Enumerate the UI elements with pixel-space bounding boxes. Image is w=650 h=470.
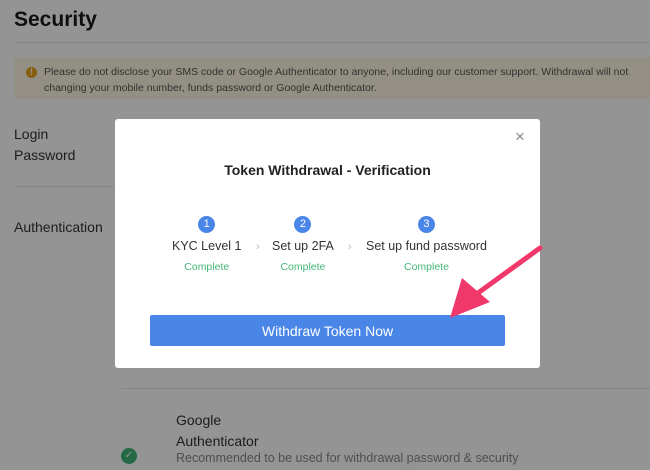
chevron-right-icon: › xyxy=(256,241,260,253)
step-status: Complete xyxy=(403,261,449,273)
step-label: Set up fund password xyxy=(366,239,487,253)
step-number-badge: 1 xyxy=(198,216,216,233)
step-fund-password: 3 Set up fund password Complete xyxy=(366,216,487,273)
chevron-right-icon: › xyxy=(348,241,352,253)
withdraw-token-button[interactable]: Withdraw Token Now xyxy=(150,315,505,346)
step-kyc: 1 KYC Level 1 Complete xyxy=(172,216,241,273)
modal-title: Token Withdrawal - Verification xyxy=(224,162,431,178)
step-number-badge: 2 xyxy=(294,216,312,233)
step-status: Complete xyxy=(280,261,326,273)
close-icon[interactable]: × xyxy=(512,128,528,145)
step-label: KYC Level 1 xyxy=(172,239,242,253)
verification-modal: × Token Withdrawal - Verification 1 KYC … xyxy=(115,119,540,368)
step-label: Set up 2FA xyxy=(272,239,334,253)
step-2fa: 2 Set up 2FA Complete xyxy=(272,216,334,273)
step-status: Complete xyxy=(184,261,230,273)
step-number-badge: 3 xyxy=(417,216,435,233)
